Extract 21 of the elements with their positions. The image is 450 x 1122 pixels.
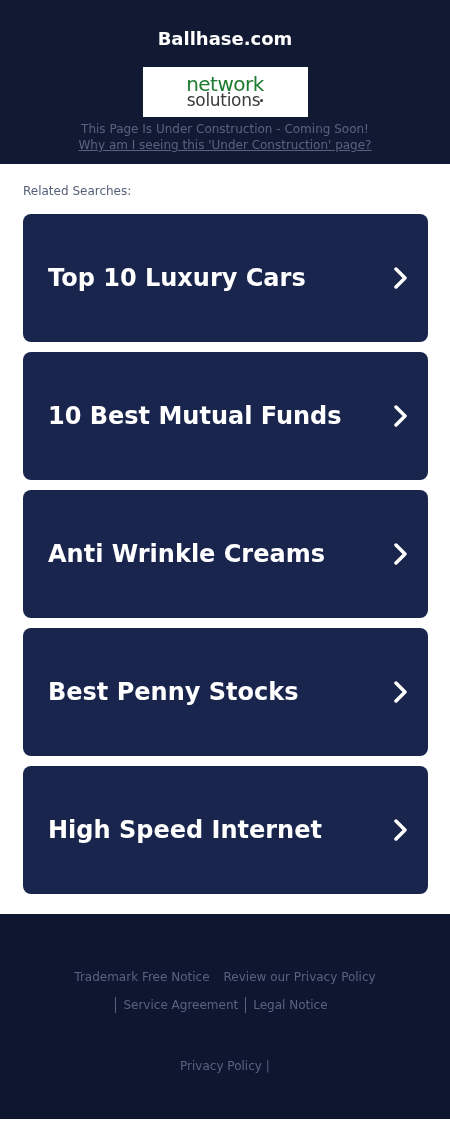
notice-link[interactable]: Why am I seeing this 'Under Construction' page? [78,137,372,153]
logo: network solutions [142,67,308,117]
site-title: Ballhase.com [157,28,293,50]
search-link[interactable]: High Speed Internet [23,766,428,894]
chevron-icon [394,819,408,841]
search-link[interactable]: Best Penny Stocks [23,628,428,756]
search-link[interactable]: 10 Best Mutual Funds [23,352,428,480]
footer-link[interactable]: Privacy Policy [180,1059,262,1073]
section-heading: Related Searches: [23,184,133,198]
footer-link[interactable]: Review our Privacy Policy [216,969,383,985]
notice-text: This Page Is Under Construction - Coming Soon! [81,121,369,137]
chevron-icon [394,405,408,427]
search-link[interactable]: Top 10 Luxury Cars [23,214,428,342]
search-link[interactable]: Anti Wrinkle Creams [23,490,428,618]
chevron-icon [394,681,408,703]
footer-link[interactable]: Trademark Free Notice [67,969,217,985]
separator: | [265,1059,270,1073]
footer-link[interactable]: Legal Notice [245,997,335,1013]
chevron-icon [394,543,408,565]
footer-link[interactable]: Service Agreement [115,997,246,1013]
chevron-icon [394,267,408,289]
